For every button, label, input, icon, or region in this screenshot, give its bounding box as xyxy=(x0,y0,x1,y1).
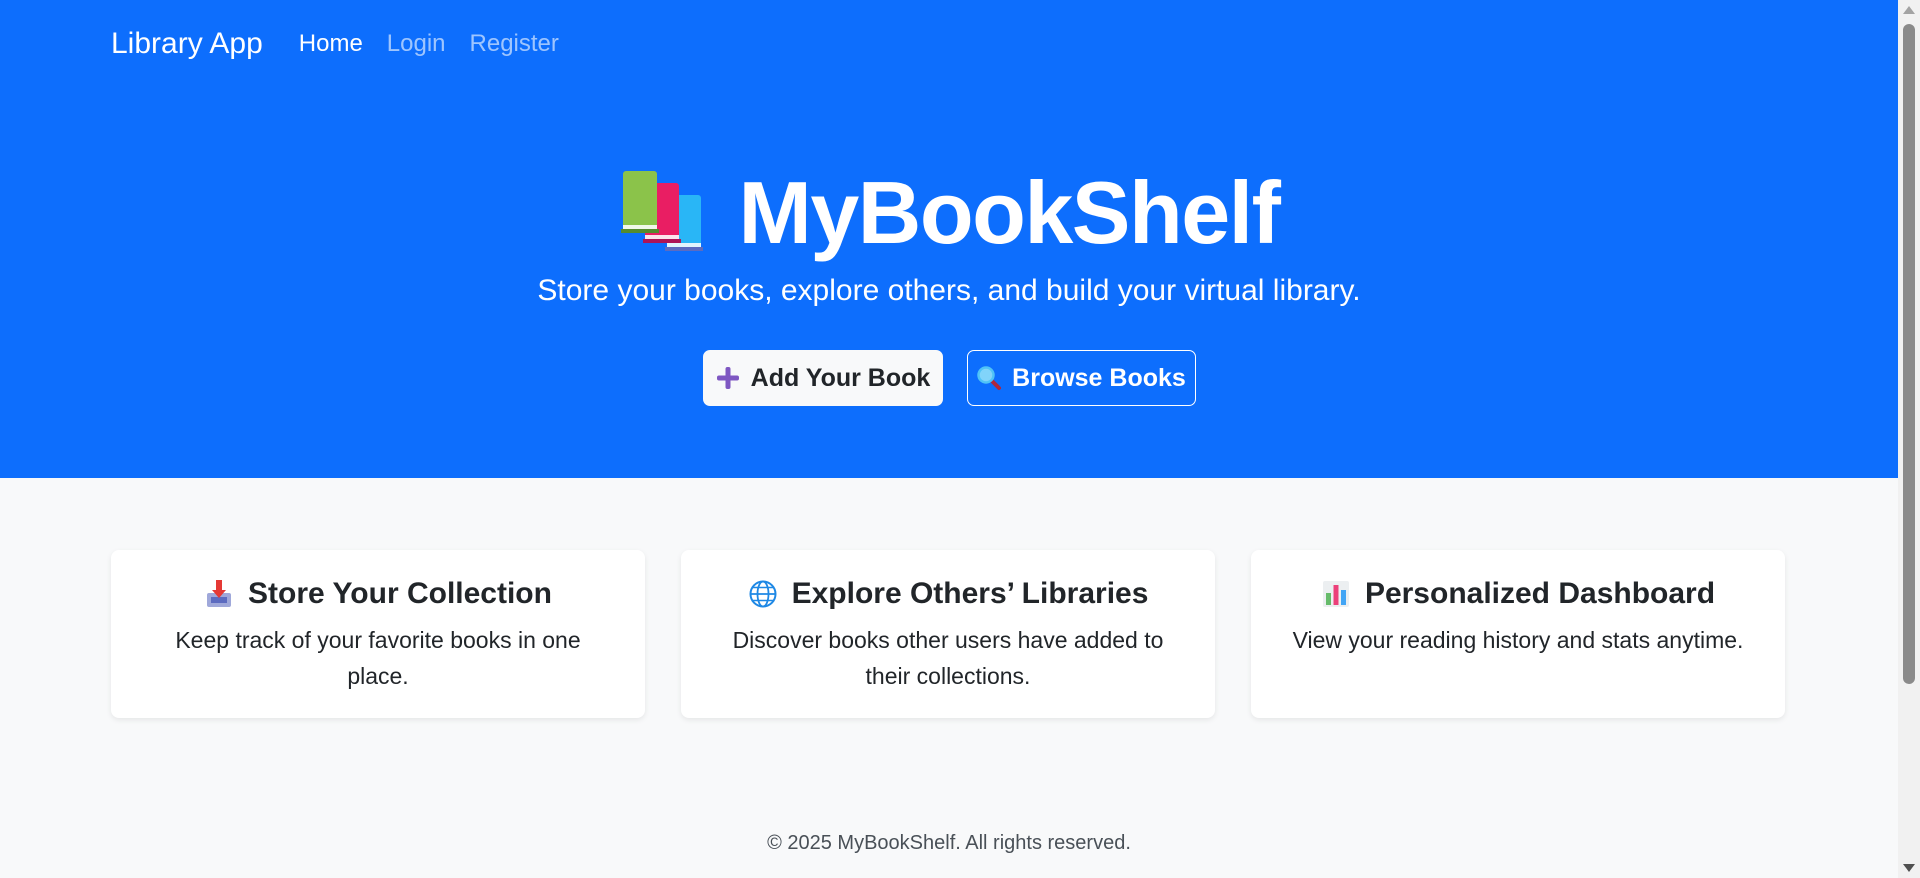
card-header: Store Your Collection xyxy=(151,574,605,614)
card-text: Discover books other users have added to… xyxy=(732,627,1164,689)
brand-link[interactable]: Library App xyxy=(111,27,263,61)
magnifier-icon xyxy=(977,366,1002,390)
feature-card-store: Store Your Collection Keep track of your… xyxy=(111,550,645,718)
inbox-tray-icon xyxy=(207,580,232,607)
card-text: View your reading history and stats anyt… xyxy=(1292,627,1744,653)
card-title: Explore Others’ Libraries xyxy=(791,577,1149,610)
browse-books-label: Browse Books xyxy=(1012,363,1186,392)
feature-card-dashboard: Personalized Dashboard View your reading… xyxy=(1251,550,1785,718)
navbar: Library App Home Login Register xyxy=(111,22,583,66)
card-header: Personalized Dashboard xyxy=(1291,574,1745,614)
scroll-up-arrow-icon[interactable] xyxy=(1903,6,1915,14)
feature-cards: Store Your Collection Keep track of your… xyxy=(111,550,1785,718)
nav-link-register[interactable]: Register xyxy=(470,30,559,58)
hero-title: MyBookShelf xyxy=(738,163,1281,262)
card-title: Personalized Dashboard xyxy=(1364,577,1716,610)
hero-subtitle: Store your books, explore others, and bu… xyxy=(537,274,1361,307)
footer: © 2025 MyBookShelf. All rights reserved. xyxy=(0,832,1898,855)
card-title: Store Your Collection xyxy=(248,577,552,610)
hero-section: Library App Home Login Register MyBookSh… xyxy=(0,0,1898,478)
bar-chart-icon xyxy=(1322,581,1349,607)
feature-card-explore: Explore Others’ Libraries Discover books… xyxy=(681,550,1215,718)
card-header: Explore Others’ Libraries xyxy=(721,574,1175,614)
browse-books-button[interactable]: Browse Books xyxy=(966,350,1196,406)
hero-buttons: Add Your Book Browse Books xyxy=(0,350,1898,406)
scroll-down-arrow-icon[interactable] xyxy=(1903,864,1915,872)
page-scrollbar[interactable] xyxy=(1898,0,1920,878)
nav-link-login[interactable]: Login xyxy=(387,30,446,58)
globe-icon xyxy=(749,580,777,608)
books-icon xyxy=(620,171,703,251)
footer-copyright: © 2025 MyBookShelf. All rights reserved. xyxy=(767,832,1131,854)
plus-icon xyxy=(716,367,739,389)
nav-link-home[interactable]: Home xyxy=(299,30,363,58)
add-book-label: Add Your Book xyxy=(750,363,931,392)
hero-heading: MyBookShelf xyxy=(0,160,1898,266)
add-book-button[interactable]: Add Your Book xyxy=(702,350,943,406)
card-text: Keep track of your favorite books in one… xyxy=(175,627,581,689)
scrollbar-thumb[interactable] xyxy=(1903,24,1915,684)
